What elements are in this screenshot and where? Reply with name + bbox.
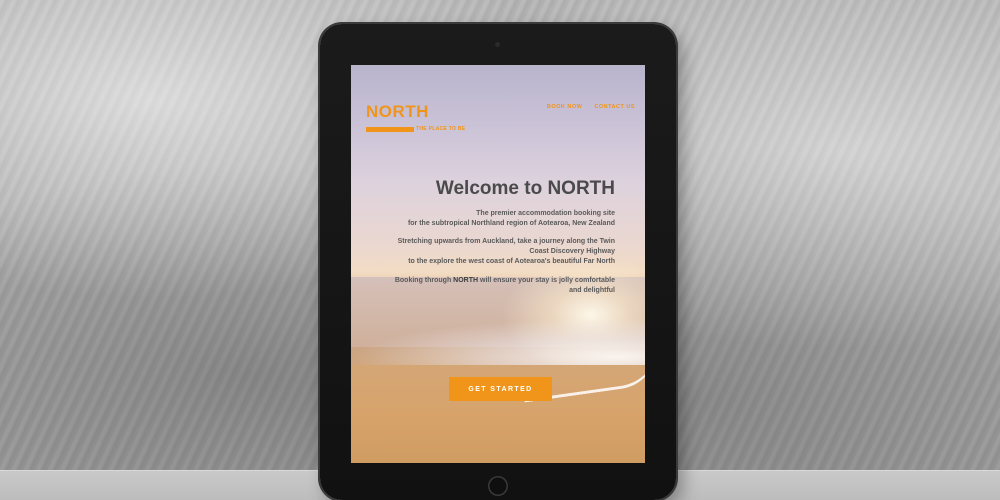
- hero-paragraph-intro: The premier accommodation booking site f…: [365, 209, 615, 229]
- hero-text-line: Stretching upwards from Auckland, take a…: [397, 238, 615, 245]
- hero-text-line: The premier accommodation booking site: [476, 210, 615, 217]
- get-started-button[interactable]: GET STARTED: [449, 377, 552, 401]
- home-button[interactable]: [488, 476, 508, 496]
- hero-paragraph-journey: Stretching upwards from Auckland, take a…: [365, 237, 615, 267]
- logo-underline-bar: [366, 127, 414, 133]
- nav-book-now[interactable]: BOOK NOW: [547, 104, 582, 110]
- hero-text-line: Coast Discovery Highway: [529, 248, 615, 255]
- top-nav: BOOK NOW CONTACT US: [547, 104, 635, 110]
- hero-text-fragment: Booking through: [394, 277, 454, 284]
- logo-tagline: THE PLACE TO BE: [416, 125, 466, 132]
- hero-text-line: and delightful: [569, 287, 615, 294]
- hero-text-line: to the explore the west coast of Aotearo…: [408, 258, 615, 265]
- hero-text-line: Booking through NORTH will ensure your s…: [365, 276, 615, 286]
- nav-contact-us[interactable]: CONTACT US: [594, 104, 635, 110]
- hero-title: Welcome to NORTH: [435, 178, 615, 199]
- hero-paragraph-booking: Booking through NORTH will ensure your s…: [365, 276, 615, 296]
- camera-icon: [495, 42, 500, 47]
- hero-text-line: for the subtropical Northland region of …: [407, 220, 615, 227]
- logo-wordmark: NORTH: [366, 102, 429, 121]
- site-logo[interactable]: NORTH THE PLACE TO BE: [366, 103, 476, 138]
- hero-text-fragment: will ensure your stay is jolly comfortab…: [478, 277, 615, 284]
- hero-brand-name: NORTH: [453, 277, 479, 284]
- photo-scene: NORTH THE PLACE TO BE BOOK NOW CONTACT U…: [0, 0, 1000, 500]
- tablet-device: NORTH THE PLACE TO BE BOOK NOW CONTACT U…: [320, 24, 676, 500]
- tablet-screen: NORTH THE PLACE TO BE BOOK NOW CONTACT U…: [351, 65, 645, 463]
